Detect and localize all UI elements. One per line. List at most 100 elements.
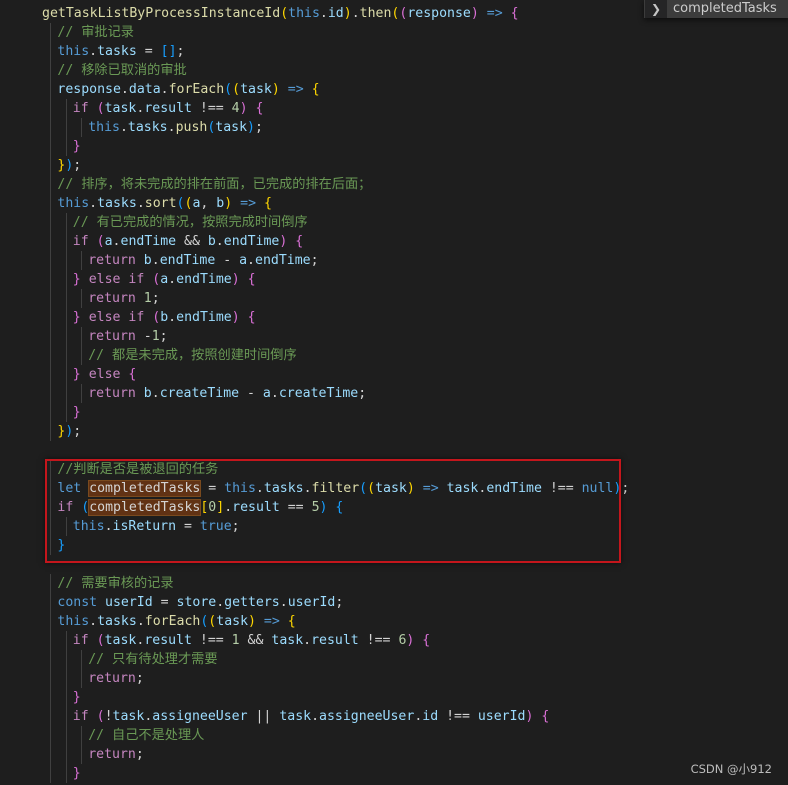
code-line[interactable]: if (task.result !== 1 && task.result !==… bbox=[73, 631, 430, 650]
code-line[interactable]: if (task.result !== 4) { bbox=[73, 99, 264, 118]
code-token: ; bbox=[159, 329, 168, 344]
indent-guide bbox=[65, 384, 67, 403]
code-token: ) bbox=[470, 6, 479, 21]
code-token: getTaskListByProcessInstanceId bbox=[42, 6, 281, 21]
code-line[interactable]: // 移除已取消的审批 bbox=[57, 61, 186, 80]
code-token: store bbox=[176, 595, 217, 610]
code-token: 1 bbox=[231, 633, 240, 648]
code-line[interactable]: this.tasks.sort((a, b) => { bbox=[57, 194, 272, 213]
code-token: , bbox=[200, 196, 217, 211]
code-line[interactable]: return 1; bbox=[88, 289, 160, 308]
code-token: { bbox=[263, 196, 272, 211]
code-line[interactable]: } else if (a.endTime) { bbox=[73, 270, 256, 289]
find-input[interactable]: completedTasks bbox=[667, 0, 788, 18]
code-line[interactable]: const userId = store.getters.userId; bbox=[57, 593, 343, 612]
code-line[interactable]: // 需要审核的记录 bbox=[57, 574, 173, 593]
code-line[interactable]: this.tasks.push(task); bbox=[88, 118, 263, 137]
code-token: task bbox=[215, 120, 248, 135]
code-line[interactable]: // 有已完成的情况，按照完成时间倒序 bbox=[73, 213, 308, 232]
indent-guide bbox=[65, 270, 67, 289]
code-token: a bbox=[104, 234, 113, 249]
code-token: ) bbox=[231, 272, 240, 287]
code-token: } bbox=[72, 367, 81, 382]
indent-guide bbox=[65, 726, 67, 745]
code-line[interactable]: this.tasks.forEach((task) => { bbox=[57, 612, 295, 631]
code-line[interactable]: return; bbox=[88, 669, 144, 688]
indent-guide bbox=[81, 669, 82, 688]
code-token: // 排序，将未完成的排在前面，已完成的排在后面； bbox=[57, 177, 372, 192]
code-line[interactable]: response.data.forEach((task) => { bbox=[57, 80, 319, 99]
indent-guide bbox=[50, 688, 51, 707]
code-token: . bbox=[112, 234, 121, 249]
code-token: . bbox=[279, 595, 288, 610]
indent-guide bbox=[65, 346, 67, 365]
indent-guide bbox=[50, 707, 51, 726]
code-token: if bbox=[128, 272, 145, 287]
code-token: !== bbox=[438, 709, 478, 724]
indent-guide bbox=[65, 707, 67, 726]
code-line[interactable]: } bbox=[73, 137, 81, 156]
code-token: a bbox=[239, 253, 248, 268]
indent-guide bbox=[65, 365, 67, 384]
indent-guide bbox=[50, 346, 51, 365]
code-line[interactable]: // 只有待处理才需要 bbox=[88, 650, 217, 669]
code-token: userId bbox=[287, 595, 336, 610]
code-line[interactable]: } bbox=[73, 403, 81, 422]
indent-guide bbox=[81, 384, 82, 403]
code-line[interactable]: } bbox=[73, 688, 81, 707]
code-line[interactable]: } else { bbox=[73, 365, 137, 384]
code-token: ) bbox=[248, 614, 256, 629]
code-token: } bbox=[72, 272, 81, 287]
code-token: this bbox=[57, 196, 90, 211]
indent-guide bbox=[81, 251, 82, 270]
code-token: this bbox=[57, 44, 90, 59]
indent-guide bbox=[81, 346, 82, 365]
find-widget[interactable]: ❯ completedTasks bbox=[644, 0, 788, 18]
code-line[interactable]: // 自己不是处理人 bbox=[88, 726, 204, 745]
code-editor[interactable]: getTaskListByProcessInstanceId(this.id).… bbox=[0, 0, 788, 785]
code-line[interactable]: this.tasks = []; bbox=[57, 42, 184, 61]
code-token: ( bbox=[232, 82, 241, 97]
code-line[interactable]: }); bbox=[57, 422, 81, 441]
code-line[interactable]: } bbox=[73, 764, 81, 783]
indent-guide bbox=[65, 118, 67, 137]
code-token: ) bbox=[247, 120, 255, 135]
code-line[interactable]: if (a.endTime && b.endTime) { bbox=[73, 232, 303, 251]
code-token: task bbox=[216, 614, 249, 629]
code-line[interactable]: return b.createTime - a.createTime; bbox=[88, 384, 366, 403]
code-line[interactable]: // 排序，将未完成的排在前面，已完成的排在后面； bbox=[57, 175, 371, 194]
code-line[interactable]: }); bbox=[57, 156, 81, 175]
code-token: => bbox=[240, 196, 257, 211]
code-token: // 审批记录 bbox=[57, 25, 134, 40]
code-token: 1 bbox=[143, 291, 152, 306]
code-line[interactable]: return b.endTime - a.endTime; bbox=[88, 251, 318, 270]
indent-guide bbox=[50, 61, 51, 80]
indent-guide bbox=[65, 251, 67, 270]
code-line[interactable]: // 审批记录 bbox=[57, 23, 134, 42]
code-line[interactable]: } else if (b.endTime) { bbox=[73, 308, 256, 327]
code-line[interactable]: return -1; bbox=[88, 327, 167, 346]
indent-guide bbox=[81, 726, 82, 745]
chevron-right-icon[interactable]: ❯ bbox=[645, 0, 667, 18]
code-token: ; bbox=[176, 44, 185, 59]
indent-guide bbox=[65, 688, 67, 707]
code-token: ( bbox=[96, 234, 105, 249]
code-token: // 需要审核的记录 bbox=[57, 576, 174, 591]
code-line[interactable]: return; bbox=[88, 745, 144, 764]
code-token: else bbox=[88, 310, 121, 325]
code-token: result bbox=[144, 101, 192, 116]
code-line[interactable]: // 都是未完成，按照创建时间倒序 bbox=[88, 346, 296, 365]
code-line[interactable]: getTaskListByProcessInstanceId(this.id).… bbox=[42, 4, 519, 23]
code-token: !== bbox=[191, 633, 232, 648]
code-token: return bbox=[88, 386, 136, 401]
code-line[interactable]: if (!task.assigneeUser || task.assigneeU… bbox=[73, 707, 550, 726]
code-token: if bbox=[72, 101, 89, 116]
watermark: CSDN @小912 bbox=[690, 762, 772, 776]
indent-guide bbox=[50, 365, 51, 384]
code-token: this bbox=[88, 120, 120, 135]
